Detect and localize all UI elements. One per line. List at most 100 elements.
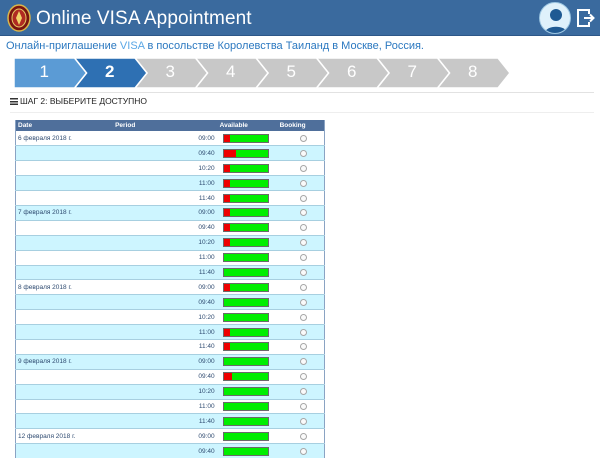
header-period: Period [115, 120, 218, 131]
row-availability [217, 279, 278, 296]
step-7-label: 7 [407, 62, 417, 81]
table-row: 09:40 [15, 145, 325, 162]
booking-radio[interactable] [299, 224, 307, 232]
row-booking [277, 279, 325, 296]
row-availability [217, 428, 278, 445]
row-availability [217, 384, 278, 400]
row-date [15, 190, 116, 206]
booking-radio[interactable] [299, 179, 307, 187]
availability-bar [222, 267, 269, 277]
row-period: 11:00 [115, 324, 218, 340]
row-booking [277, 190, 325, 206]
booking-radio[interactable] [299, 373, 307, 381]
availability-bar [222, 327, 269, 337]
row-period: 09:00 [115, 354, 218, 370]
row-availability [217, 443, 278, 458]
booking-radio[interactable] [299, 388, 307, 396]
row-booking [277, 220, 325, 236]
row-booking [277, 175, 325, 192]
row-date [15, 160, 116, 177]
booking-radio[interactable] [299, 209, 307, 217]
booking-radio[interactable] [299, 149, 307, 157]
booking-radio[interactable] [299, 358, 307, 366]
logout-icon[interactable] [576, 8, 596, 28]
row-availability [217, 160, 278, 177]
booking-radio[interactable] [299, 417, 307, 425]
table-row: 09:40 [15, 369, 325, 385]
row-date: 12 февраля 2018 г. [15, 428, 116, 445]
booking-radio[interactable] [299, 254, 307, 262]
booking-radio[interactable] [299, 268, 307, 276]
booking-radio[interactable] [299, 432, 307, 440]
row-period: 09:40 [115, 294, 218, 311]
app-title: Online VISA Appointment [36, 8, 252, 29]
row-availability [217, 369, 278, 385]
step-4-label: 4 [226, 62, 236, 81]
availability-bar [222, 193, 269, 203]
row-period: 10:20 [115, 235, 218, 251]
availability-bar [222, 342, 269, 352]
row-booking [277, 145, 325, 162]
availability-bar [222, 253, 269, 263]
booking-radio[interactable] [299, 239, 307, 247]
subtitle-text-end: в посольстве Королевства Таиланд в Москв… [144, 40, 424, 52]
availability-bar [222, 431, 269, 441]
row-period: 11:00 [115, 175, 218, 192]
row-booking [277, 399, 325, 415]
row-date [15, 369, 116, 385]
booking-radio[interactable] [299, 283, 307, 291]
booking-radio[interactable] [299, 164, 307, 172]
availability-bar [222, 372, 269, 382]
availability-bar [222, 238, 269, 248]
booked-portion [223, 373, 233, 381]
table-row: 11:40 [15, 265, 325, 281]
row-period: 09:00 [115, 205, 218, 221]
visa-link[interactable]: VISA [120, 40, 144, 52]
header-booking: Booking [277, 120, 325, 131]
row-booking [277, 131, 325, 147]
section-title: ШАГ 2: ВЫБЕРИТЕ ДОСТУПНО [10, 96, 147, 106]
availability-bar [222, 401, 269, 411]
embassy-subtitle: Онлайн-приглашение VISA в посольстве Кор… [6, 40, 424, 52]
booking-radio[interactable] [299, 194, 307, 202]
availability-bar [222, 163, 269, 173]
row-booking [277, 294, 325, 311]
step-2-label: 2 [105, 62, 115, 81]
booked-portion [223, 343, 231, 351]
row-date: 9 февраля 2018 г. [15, 354, 116, 370]
row-period: 10:20 [115, 384, 218, 400]
row-date [15, 145, 116, 162]
booking-radio[interactable] [299, 134, 307, 142]
booking-radio[interactable] [299, 402, 307, 410]
step-arrows [14, 58, 511, 88]
row-period: 11:40 [115, 413, 218, 430]
divider [10, 92, 594, 93]
row-period: 10:20 [115, 160, 218, 177]
table-row: 11:00 [15, 399, 325, 415]
booked-portion [223, 239, 231, 247]
booking-radio[interactable] [299, 328, 307, 336]
booked-portion [223, 164, 231, 172]
row-period: 11:00 [115, 399, 218, 415]
booked-portion [223, 134, 231, 142]
user-avatar-icon[interactable] [539, 2, 571, 34]
table-row: 09:40 [15, 220, 325, 236]
thai-emblem-icon [7, 4, 31, 32]
step-5-label: 5 [286, 62, 296, 81]
row-availability [217, 309, 278, 326]
row-date [15, 339, 116, 355]
row-date [15, 443, 116, 458]
booking-radio[interactable] [299, 447, 307, 455]
appointment-table: Date Period Available Booking 6 февраля … [15, 120, 325, 458]
row-availability [217, 131, 278, 147]
availability-bar [222, 357, 269, 367]
row-date: 8 февраля 2018 г. [15, 279, 116, 296]
row-booking [277, 339, 325, 355]
booking-radio[interactable] [299, 298, 307, 306]
booking-radio[interactable] [299, 343, 307, 351]
table-row: 11:40 [15, 339, 325, 355]
booked-portion [223, 328, 231, 336]
availability-bar [222, 312, 269, 322]
booking-radio[interactable] [299, 313, 307, 321]
availability-bar [222, 416, 269, 426]
